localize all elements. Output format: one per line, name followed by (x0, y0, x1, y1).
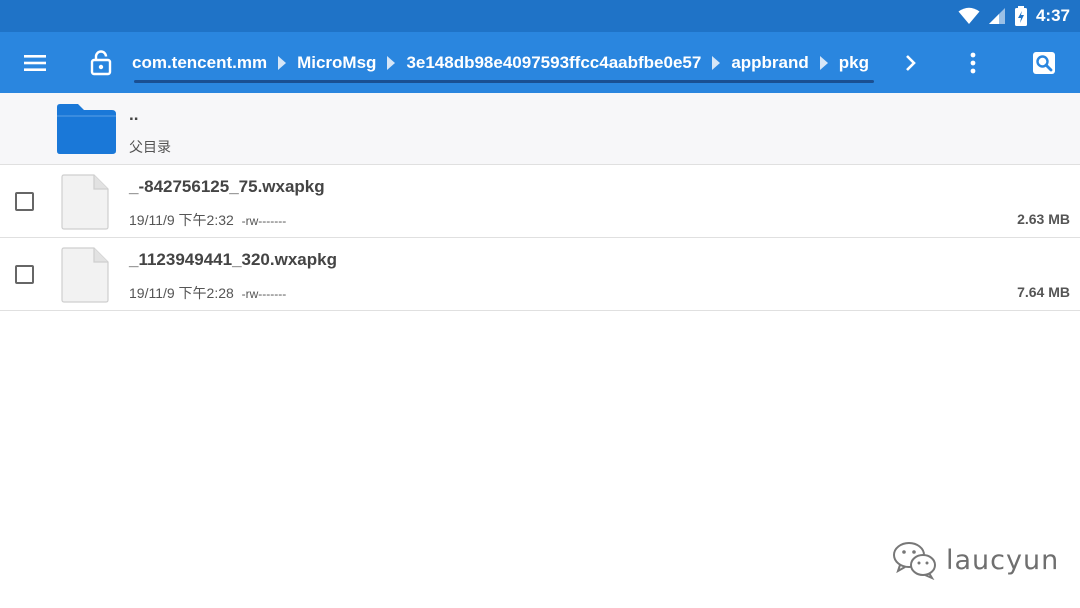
status-bar: 4:37 (0, 0, 1080, 32)
breadcrumb: com.tencent.mm MicroMsg 3e148db98e409759… (132, 32, 869, 93)
watermark-text: laucyun (946, 544, 1060, 576)
file-name: _-842756125_75.wxapkg (129, 177, 325, 196)
file-size: 2.63 MB (1017, 211, 1070, 227)
breadcrumb-forward-button[interactable] (886, 32, 936, 93)
breadcrumb-separator-icon (819, 55, 828, 70)
breadcrumb-separator-icon (278, 55, 287, 70)
file-checkbox[interactable] (15, 265, 34, 284)
toolbar: com.tencent.mm MicroMsg 3e148db98e409759… (0, 32, 1080, 93)
search-icon (1033, 51, 1055, 74)
parent-directory-row[interactable]: .. 父目录 (0, 93, 1080, 165)
chevron-right-icon (906, 54, 916, 71)
more-options-button[interactable] (948, 32, 998, 93)
file-icon (61, 174, 109, 230)
parent-directory-label: 父目录 (129, 139, 171, 155)
file-date: 19/11/9 下午2:32 (129, 212, 234, 228)
unlock-icon (90, 49, 112, 75)
breadcrumb-scroll-indicator (134, 80, 874, 83)
lock-button[interactable] (76, 32, 126, 93)
parent-directory-name: .. (129, 105, 139, 124)
wechat-logo-icon (893, 542, 936, 580)
menu-button[interactable] (10, 32, 60, 93)
search-button[interactable] (1019, 32, 1069, 93)
file-icon (61, 247, 109, 303)
breadcrumb-item-user-hash[interactable]: 3e148db98e4097593ffcc4aabfbe0e57 (406, 53, 701, 73)
status-time: 4:37 (1035, 6, 1070, 25)
breadcrumb-item-appbrand[interactable]: appbrand (731, 53, 808, 73)
wifi-icon (958, 7, 980, 24)
more-vertical-icon (970, 52, 976, 73)
file-permissions: -rw------- (241, 214, 287, 228)
breadcrumb-item-micromsg[interactable]: MicroMsg (297, 53, 376, 73)
file-row[interactable]: _1123949441_320.wxapkg 19/11/9 下午2:28 -r… (0, 238, 1080, 311)
watermark: laucyun (892, 538, 1059, 582)
folder-icon (57, 104, 116, 154)
hamburger-menu-icon (24, 54, 46, 71)
battery-charging-icon (1014, 6, 1027, 26)
file-list: .. 父目录 _-842756125_75.wxapkg 19/11/9 下午2… (0, 93, 1080, 311)
file-size: 7.64 MB (1017, 284, 1070, 300)
file-date: 19/11/9 下午2:28 (129, 285, 234, 301)
file-meta: 19/11/9 下午2:32 -rw------- (129, 210, 286, 230)
breadcrumb-item-pkg[interactable]: pkg (839, 53, 869, 73)
file-permissions: -rw------- (241, 287, 287, 301)
file-meta: 19/11/9 下午2:28 -rw------- (129, 283, 286, 303)
file-name: _1123949441_320.wxapkg (129, 250, 337, 269)
status-icons: 4:37 (958, 4, 1070, 28)
file-checkbox[interactable] (15, 192, 34, 211)
breadcrumb-separator-icon (387, 55, 396, 70)
breadcrumb-separator-icon (712, 55, 721, 70)
file-row[interactable]: _-842756125_75.wxapkg 19/11/9 下午2:32 -rw… (0, 165, 1080, 238)
breadcrumb-item-com-tencent-mm[interactable]: com.tencent.mm (132, 53, 267, 73)
cell-signal-icon (988, 8, 1005, 24)
